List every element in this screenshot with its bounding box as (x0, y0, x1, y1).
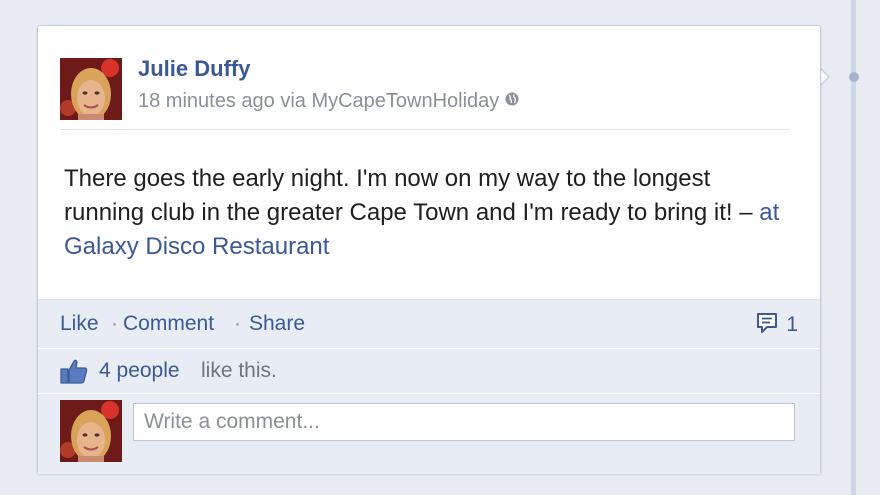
story-card: Julie Duffy 18 minutes ago via MyCapeTow… (37, 25, 821, 474)
comment-count-button[interactable]: 1 (756, 312, 798, 340)
timeline-dot (849, 72, 859, 82)
author-name-link[interactable]: Julie Duffy (138, 56, 250, 82)
action-bar: Like · Comment · Share 1 (38, 299, 820, 348)
likes-suffix: like this. (201, 359, 277, 382)
comment-count: 1 (786, 313, 798, 336)
comment-bubble-icon (756, 312, 778, 340)
likes-people-link[interactable]: 4 people (99, 359, 180, 383)
thumbs-up-icon (60, 358, 88, 390)
like-link[interactable]: Like (60, 312, 99, 336)
header-divider (60, 129, 790, 130)
timeline-page: Julie Duffy 18 minutes ago via MyCapeTow… (0, 0, 880, 495)
viewer-avatar (60, 400, 122, 462)
author-avatar[interactable] (60, 58, 122, 120)
post-meta: 18 minutes ago via MyCapeTownHoliday (138, 89, 519, 113)
post-text: There goes the early night. I'm now on m… (64, 162, 794, 264)
action-separator: · (111, 312, 118, 335)
comment-input[interactable] (133, 403, 795, 441)
likes-row: 4 people like this. (38, 348, 820, 393)
globe-icon[interactable] (505, 89, 519, 106)
action-separator: · (234, 312, 241, 335)
post-timestamp[interactable]: 18 minutes ago via MyCapeTownHoliday (138, 90, 499, 112)
post-message: There goes the early night. I'm now on m… (64, 165, 760, 226)
share-link[interactable]: Share (249, 312, 305, 336)
comment-composer (38, 393, 820, 474)
comment-link[interactable]: Comment (123, 312, 214, 336)
